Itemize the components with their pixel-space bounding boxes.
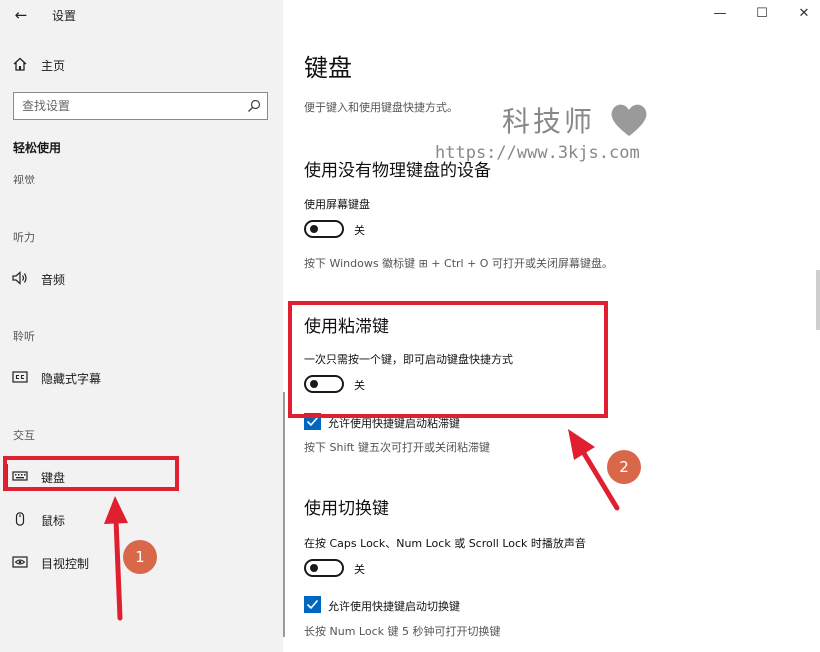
category-hearing: 听力 — [13, 231, 35, 244]
nav-home-label: 主页 — [41, 59, 66, 73]
watermark-name: 科技师 — [502, 105, 596, 138]
onscreen-keyboard-hint: 按下 Windows 徽标键 ⊞ + Ctrl + O 可打开或关闭屏幕键盘。 — [304, 257, 613, 270]
sidebar-item-closed-captions[interactable]: 隐藏式字幕 — [0, 361, 283, 393]
sticky-keys-hint: 按下 Shift 键五次可打开或关闭粘滞键 — [304, 441, 490, 454]
annotation-highlight-sticky-keys — [288, 301, 608, 418]
search-box[interactable] — [13, 92, 268, 120]
page-title: 键盘 — [304, 54, 352, 82]
sidebar-item-label: 目视控制 — [41, 557, 90, 571]
main-content: — ☐ ✕ 键盘 便于键入和使用键盘快捷方式。 科技师 https://www.… — [283, 0, 820, 652]
sidebar-item-label: 隐藏式字幕 — [41, 372, 102, 386]
toggle-knob — [310, 564, 318, 572]
search-icon[interactable] — [247, 99, 261, 113]
toggle-keys-hint: 长按 Num Lock 键 5 秒钟可打开切换键 — [304, 625, 501, 638]
mouse-icon — [15, 512, 25, 526]
home-icon — [13, 57, 27, 71]
onscreen-keyboard-heading: 使用没有物理键盘的设备 — [304, 161, 491, 181]
eye-control-icon — [12, 556, 28, 568]
toggle-keys-shortcut-checkbox[interactable] — [304, 596, 321, 613]
annotation-badge-2: 2 — [607, 450, 641, 484]
toggle-keys-label: 在按 Caps Lock、Num Lock 或 Scroll Lock 时播放声… — [304, 537, 586, 550]
close-button[interactable]: ✕ — [791, 4, 817, 24]
sidebar-item-label: 鼠标 — [41, 514, 66, 528]
scrollbar[interactable] — [816, 270, 820, 330]
content-divider — [283, 392, 285, 637]
search-input[interactable] — [22, 97, 237, 115]
back-arrow-icon: ← — [14, 6, 28, 24]
closed-caption-icon — [12, 371, 28, 383]
page-description: 便于键入和使用键盘快捷方式。 — [304, 101, 458, 114]
close-icon: ✕ — [798, 6, 810, 21]
nav-home[interactable]: 主页 — [0, 50, 283, 80]
onscreen-keyboard-label: 使用屏幕键盘 — [304, 198, 370, 211]
minimize-icon: — — [713, 6, 727, 21]
category-interaction: 交互 — [13, 429, 35, 442]
annotation-highlight-keyboard — [3, 456, 179, 491]
section-title: 轻松使用 — [13, 141, 62, 155]
annotation-badge-1: 1 — [123, 540, 157, 574]
checkmark-icon — [306, 599, 319, 610]
maximize-button[interactable]: ☐ — [749, 4, 775, 24]
minimize-button[interactable]: — — [707, 4, 733, 24]
back-button[interactable]: ← — [10, 4, 32, 26]
toggle-knob — [310, 225, 318, 233]
toggle-keys-toggle-state: 关 — [354, 563, 365, 576]
heart-icon — [611, 104, 647, 136]
category-vision: 视觉 — [13, 174, 35, 184]
toggle-keys-toggle[interactable] — [304, 559, 344, 577]
sidebar-item-mouse[interactable]: 鼠标 — [0, 503, 283, 535]
app-title: 设置 — [52, 9, 77, 23]
title-bar: ← 设置 — [0, 0, 283, 30]
maximize-icon: ☐ — [756, 6, 768, 21]
toggle-keys-heading: 使用切换键 — [304, 499, 389, 519]
toggle-keys-shortcut-label: 允许使用快捷键启动切换键 — [328, 600, 460, 613]
category-listening: 聆听 — [13, 330, 35, 343]
onscreen-keyboard-toggle-state: 关 — [354, 224, 365, 237]
speaker-icon — [12, 271, 27, 285]
sidebar-item-label: 音频 — [41, 273, 66, 287]
onscreen-keyboard-toggle[interactable] — [304, 220, 344, 238]
sidebar-item-audio[interactable]: 音频 — [0, 262, 283, 294]
